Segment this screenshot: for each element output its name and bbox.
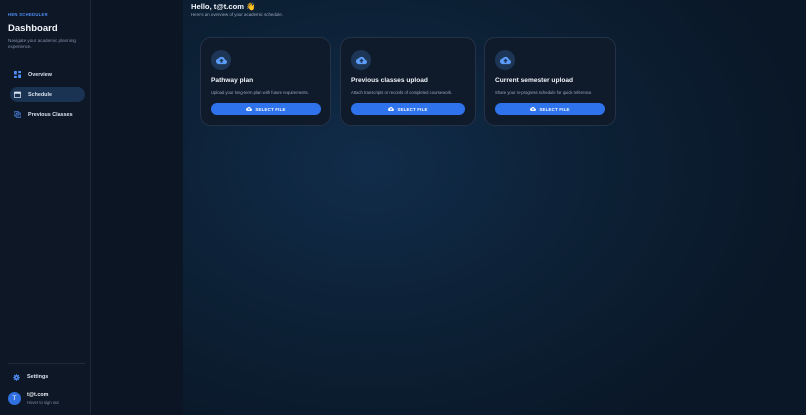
avatar[interactable]: T	[8, 392, 21, 405]
select-file-button[interactable]: SELECT FILE	[211, 103, 321, 115]
upload-card-pathway: Pathway plan Upload your long-term plan …	[200, 37, 331, 126]
button-label: SELECT FILE	[539, 106, 570, 112]
card-title: Previous classes upload	[351, 77, 428, 84]
sidebar-item-overview[interactable]: Overview	[10, 67, 85, 82]
brand-label: HEN SCHEDULER	[8, 12, 48, 17]
card-title: Current semester upload	[495, 77, 574, 84]
card-description: Upload your long-term plan with future r…	[211, 90, 309, 95]
card-title: Pathway plan	[211, 77, 254, 84]
cloud-upload-icon	[351, 50, 371, 70]
history-icon	[14, 111, 21, 118]
sidebar-item-label: Previous Classes	[28, 111, 73, 118]
sidebar-title: Dashboard	[8, 23, 58, 34]
upload-card-current-semester: Current semester upload Share your in-pr…	[484, 37, 616, 126]
card-description: Share your in-progress schedule for quic…	[495, 90, 593, 95]
sidebar-item-schedule[interactable]: Schedule	[10, 87, 85, 102]
grid-icon	[14, 71, 21, 78]
cloud-upload-icon	[530, 106, 537, 112]
settings-label: Settings	[27, 374, 49, 380]
sidebar-subtitle: Navigate your academic planning experien…	[8, 38, 76, 49]
user-email[interactable]: t@t.com	[27, 392, 48, 398]
select-file-button[interactable]: SELECT FILE	[495, 103, 605, 115]
secondary-panel	[91, 0, 183, 415]
main-content: Hello, t@t.com 👋 Here's an overview of y…	[183, 0, 806, 415]
settings-button[interactable]: Settings	[10, 370, 48, 384]
page-greeting: Hello, t@t.com 👋	[191, 2, 256, 11]
sidebar: HEN SCHEDULER Dashboard Navigate your ac…	[0, 0, 91, 415]
sidebar-item-label: Schedule	[28, 91, 52, 98]
button-label: SELECT FILE	[255, 106, 286, 112]
cloud-upload-icon	[495, 50, 515, 70]
cloud-upload-icon	[388, 106, 395, 112]
sidebar-item-previous-classes[interactable]: Previous Classes	[10, 107, 85, 122]
upload-card-previous-classes: Previous classes upload Attach transcrip…	[340, 37, 476, 126]
select-file-button[interactable]: SELECT FILE	[351, 103, 465, 115]
sidebar-item-label: Overview	[28, 71, 52, 78]
card-description: Attach transcripts or records of complet…	[351, 90, 453, 95]
gear-icon	[13, 373, 20, 381]
cloud-upload-icon	[246, 106, 253, 112]
page-greeting-subtitle: Here's an overview of your academic sche…	[191, 12, 283, 17]
cloud-upload-icon	[211, 50, 231, 70]
button-label: SELECT FILE	[397, 106, 428, 112]
sign-out-hint: Hover to sign out	[27, 400, 59, 405]
sidebar-divider	[8, 363, 85, 364]
calendar-icon	[14, 91, 21, 98]
